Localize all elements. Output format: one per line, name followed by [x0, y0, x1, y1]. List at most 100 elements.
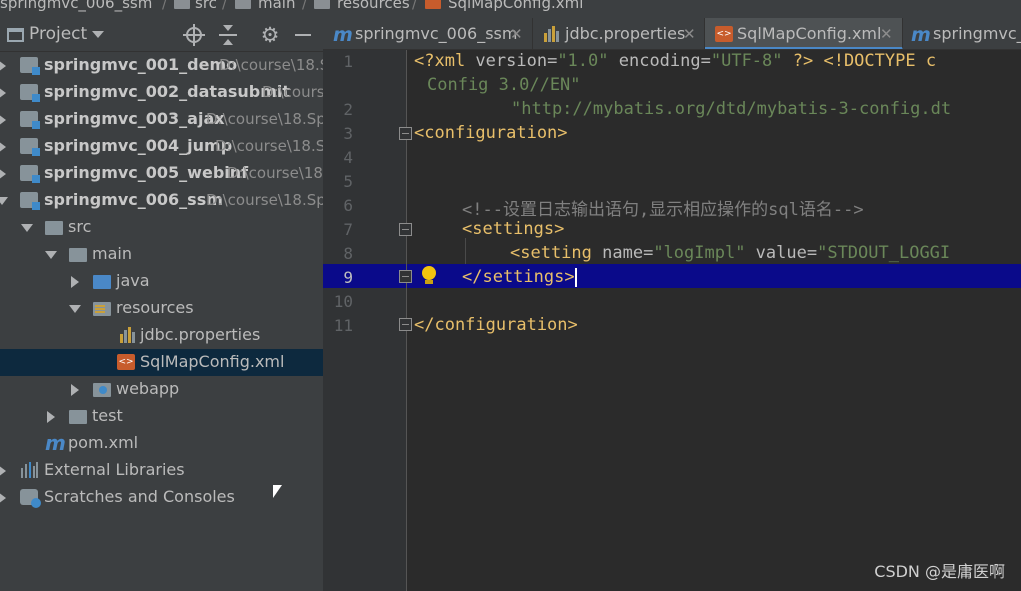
properties-file-icon: [119, 327, 137, 343]
tab-springmvc-006-ssm[interactable]: m springmvc_006_ssm ✕: [323, 18, 533, 49]
chevron-right-icon[interactable]: [47, 411, 55, 423]
tree-item-label: springmvc_002_datasubmit: [44, 82, 291, 101]
chevron-right-icon[interactable]: [0, 60, 6, 72]
chevron-right-icon[interactable]: [0, 114, 6, 126]
tree-item-test[interactable]: test: [0, 403, 323, 430]
code-line-6: <!--设置日志输出语句,显示相应操作的sql语名-->: [462, 200, 864, 220]
chevron-down-icon[interactable]: [69, 305, 81, 313]
tree-item-resources[interactable]: resources: [0, 295, 323, 322]
scratches-icon: [20, 489, 41, 508]
tree-item-springmvc-003-ajax[interactable]: springmvc_003_ajax D:\course\18.Sp: [0, 106, 326, 133]
tree-item-main[interactable]: main: [0, 241, 323, 268]
indent-guide: [465, 238, 466, 264]
chevron-right-icon[interactable]: [0, 87, 6, 99]
tree-item-label: pom.xml: [68, 433, 139, 452]
tree-item-springmvc-005-webinf[interactable]: springmvc_005_webinf D:\course\18.: [0, 160, 328, 187]
fold-marker-icon[interactable]: [399, 318, 412, 331]
breadcrumb-src[interactable]: src: [195, 0, 217, 12]
close-icon[interactable]: ✕: [880, 25, 893, 43]
fold-marker-icon[interactable]: [399, 270, 412, 283]
chevron-down-icon[interactable]: [21, 224, 33, 232]
chevron-down-icon[interactable]: [92, 31, 104, 38]
line-number: 8: [343, 244, 353, 263]
tab-label: jdbc.properties: [565, 24, 686, 43]
tree-item-label: springmvc_001_demo: [44, 55, 238, 74]
folder-icon: [69, 410, 87, 424]
tree-item-label: SqlMapConfig.xml: [140, 352, 285, 371]
locate-file-icon[interactable]: [183, 24, 205, 46]
tree-item-springmvc-002-datasubmit[interactable]: springmvc_002_datasubmit D:\cours: [0, 79, 325, 106]
module-icon: [20, 111, 40, 129]
web-folder-icon: [93, 383, 111, 397]
tree-item-label: test: [92, 406, 123, 425]
tree-item-webapp[interactable]: webapp: [0, 376, 323, 403]
xml-file-icon: [425, 0, 441, 9]
tree-item-path: D:\cours: [262, 83, 325, 101]
folder-icon: [235, 0, 251, 9]
code-line-7: <settings>: [462, 219, 565, 239]
tree-item-label: jdbc.properties: [140, 325, 261, 344]
chevron-right-icon[interactable]: [0, 141, 6, 153]
maven-icon: m: [911, 24, 931, 46]
line-number: 4: [343, 148, 353, 167]
code-line-9: </settings>: [462, 267, 577, 287]
chevron-down-icon[interactable]: [45, 251, 57, 259]
tree-item-jdbc-properties[interactable]: jdbc.properties: [0, 322, 323, 349]
line-number-current: 9: [343, 268, 353, 287]
breadcrumb-project[interactable]: springmvc_006_ssm: [0, 0, 152, 12]
breadcrumb-file[interactable]: SqlMapConfig.xml: [448, 0, 583, 12]
project-window-icon: [7, 28, 24, 42]
tree-item-label: src: [68, 217, 92, 236]
properties-file-icon: [543, 26, 561, 42]
watermark: CSDN @是庸医啊: [874, 562, 1005, 581]
module-icon: [20, 138, 40, 156]
tree-item-springmvc-001-demo[interactable]: springmvc_001_demo D:\course\18.S: [0, 52, 329, 79]
tree-item-external-libraries[interactable]: External Libraries: [0, 457, 323, 484]
fold-marker-icon[interactable]: [399, 127, 412, 140]
tree-item-label: Scratches and Consoles: [44, 487, 235, 506]
breadcrumb-main[interactable]: main: [258, 0, 295, 12]
tab-sqlmapconfig-xml[interactable]: <> SqlMapConfig.xml ✕: [705, 18, 903, 49]
hide-panel-icon[interactable]: [292, 24, 314, 46]
chevron-right-icon[interactable]: [0, 492, 6, 504]
tab-label: springmvc_006_ssm: [355, 24, 518, 43]
tree-item-java[interactable]: java: [0, 268, 323, 295]
collapse-all-icon[interactable]: [217, 24, 239, 46]
module-icon: [20, 192, 40, 210]
tree-item-sqlmapconfig-xml[interactable]: <> SqlMapConfig.xml: [0, 349, 323, 376]
gear-icon[interactable]: ⚙: [259, 24, 281, 46]
code-editor[interactable]: 1 2 3 4 5 6 7 8 9 10 11 <?xml version="1…: [323, 50, 1021, 591]
chevron-right-icon[interactable]: [71, 276, 79, 288]
tree-item-label: springmvc_006_ssm: [44, 190, 223, 209]
tree-item-pom-xml[interactable]: m pom.xml: [0, 430, 323, 457]
resources-folder-icon: [314, 0, 330, 9]
lightbulb-icon[interactable]: [421, 266, 437, 286]
module-icon: [20, 57, 40, 75]
maven-icon: m: [45, 431, 66, 455]
tree-item-label: main: [92, 244, 132, 263]
code-line-11: </configuration>: [414, 315, 578, 335]
tree-item-src[interactable]: src: [0, 214, 323, 241]
chevron-right-icon[interactable]: [71, 384, 79, 396]
folder-icon: [69, 248, 87, 262]
tree-item-springmvc-006-ssm[interactable]: springmvc_006_ssm D:\course\18.Sp: [0, 187, 326, 214]
tree-item-label: springmvc_003_ajax: [44, 109, 225, 128]
project-panel: Project ⚙ springmvc_001_demo D:\course\1…: [0, 18, 329, 591]
chevron-right-icon[interactable]: [0, 465, 6, 477]
breadcrumb-resources[interactable]: resources: [337, 0, 410, 12]
tab-springmvc-0[interactable]: m springmvc_0: [903, 18, 1021, 49]
tab-jdbc-properties[interactable]: jdbc.properties ✕: [533, 18, 705, 49]
code-line-3: <configuration>: [414, 123, 568, 143]
xml-file-icon: <>: [117, 354, 135, 370]
tree-item-springmvc-004-jump[interactable]: springmvc_004_jump D:\course\18.S: [0, 133, 325, 160]
line-number: 6: [343, 196, 353, 215]
close-icon[interactable]: ✕: [510, 25, 523, 43]
chevron-down-icon[interactable]: [0, 197, 8, 205]
fold-marker-icon[interactable]: [399, 223, 412, 236]
close-icon[interactable]: ✕: [683, 25, 696, 43]
project-view-title[interactable]: Project: [29, 24, 87, 44]
breadcrumb-separator: /: [222, 0, 228, 12]
breadcrumb-separator: /: [162, 0, 168, 12]
chevron-right-icon[interactable]: [0, 168, 6, 180]
line-number: 5: [343, 172, 353, 191]
